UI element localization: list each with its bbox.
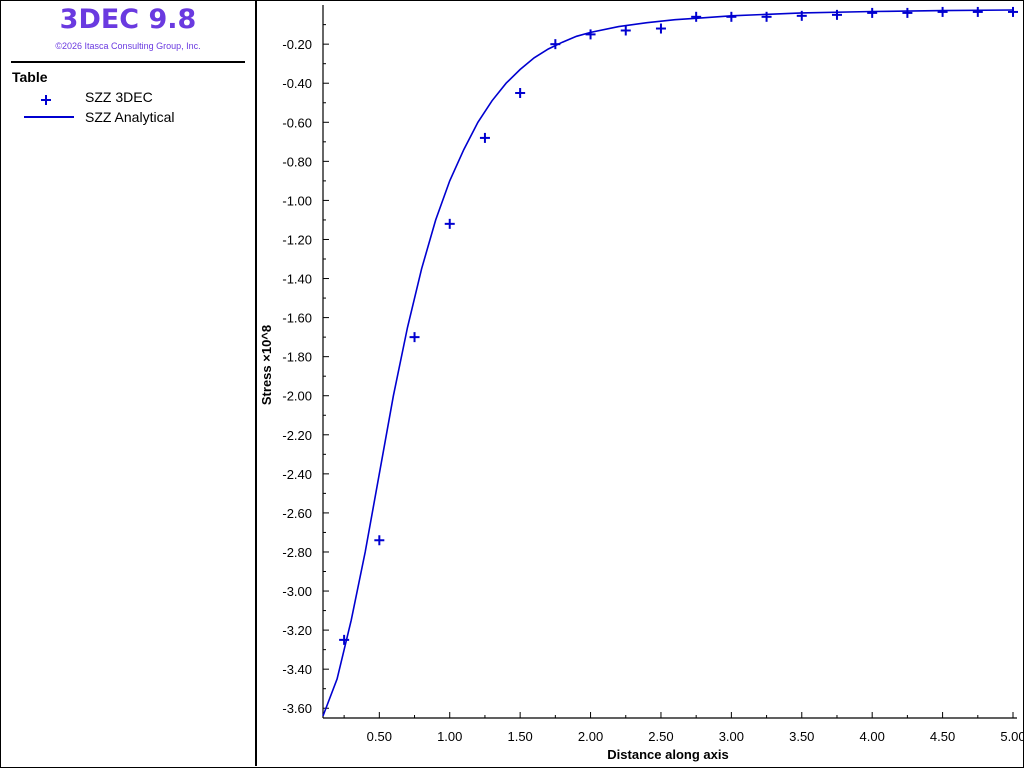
y-tick-label: -0.60 — [282, 115, 312, 130]
y-tick-label: -2.20 — [282, 428, 312, 443]
y-tick-label: -1.40 — [282, 272, 312, 287]
x-tick-label: 4.50 — [930, 729, 955, 744]
data-point-szz-3dec — [655, 23, 666, 34]
y-tick-label: -2.00 — [282, 389, 312, 404]
y-tick-label: -1.80 — [282, 350, 312, 365]
y-tick-label: -2.80 — [282, 545, 312, 560]
data-point-szz-3dec — [409, 332, 420, 343]
chart-svg: -0.20 -0.40 -0.60 -0.80 -1.00 -1.20 -1.40 -1.60… — [259, 5, 1024, 762]
data-point-szz-3dec — [444, 218, 455, 229]
x-tick-label: 2.50 — [648, 729, 673, 744]
x-tick-label: 3.50 — [789, 729, 814, 744]
y-tick-label: -0.80 — [282, 154, 312, 169]
x-tick-label: 4.00 — [860, 729, 885, 744]
y-tick-label: -3.40 — [282, 662, 312, 677]
data-point-szz-3dec — [902, 7, 913, 18]
series-line-szz-analytical — [322, 9, 1014, 717]
data-point-szz-3dec — [937, 6, 948, 17]
x-tick-label: 3.00 — [719, 729, 744, 744]
y-tick-label: -2.40 — [282, 467, 312, 482]
x-tick-label: 2.00 — [578, 729, 603, 744]
data-point-szz-3dec — [1008, 6, 1018, 17]
y-tick-label: -1.20 — [282, 232, 312, 247]
x-tick-label: 1.00 — [437, 729, 462, 744]
y-tick-label: -3.00 — [282, 584, 312, 599]
data-point-szz-3dec — [479, 132, 490, 143]
data-point-szz-3dec — [515, 87, 526, 98]
y-tick-label: -3.20 — [282, 623, 312, 638]
data-point-szz-3dec — [972, 6, 983, 17]
data-point-szz-3dec — [620, 25, 631, 36]
x-tick-label: 1.50 — [507, 729, 532, 744]
data-point-szz-3dec — [691, 11, 702, 22]
y-tick-label: -1.00 — [282, 193, 312, 208]
data-point-szz-3dec — [374, 535, 385, 546]
y-tick-label: -3.60 — [282, 701, 312, 716]
x-tick-label: 5.00 — [1000, 729, 1024, 744]
y-tick-label: -1.60 — [282, 311, 312, 326]
data-point-szz-3dec — [867, 7, 878, 18]
data-point-szz-3dec — [726, 11, 737, 22]
y-tick-label: -0.40 — [282, 76, 312, 91]
data-point-szz-3dec — [761, 11, 772, 22]
x-tick-label: 0.50 — [367, 729, 392, 744]
y-tick-label: -0.20 — [282, 37, 312, 52]
y-axis-title: Stress ×10^8 — [259, 325, 274, 405]
y-tick-label: -2.60 — [282, 506, 312, 521]
x-axis-title: Distance along axis — [607, 747, 728, 762]
